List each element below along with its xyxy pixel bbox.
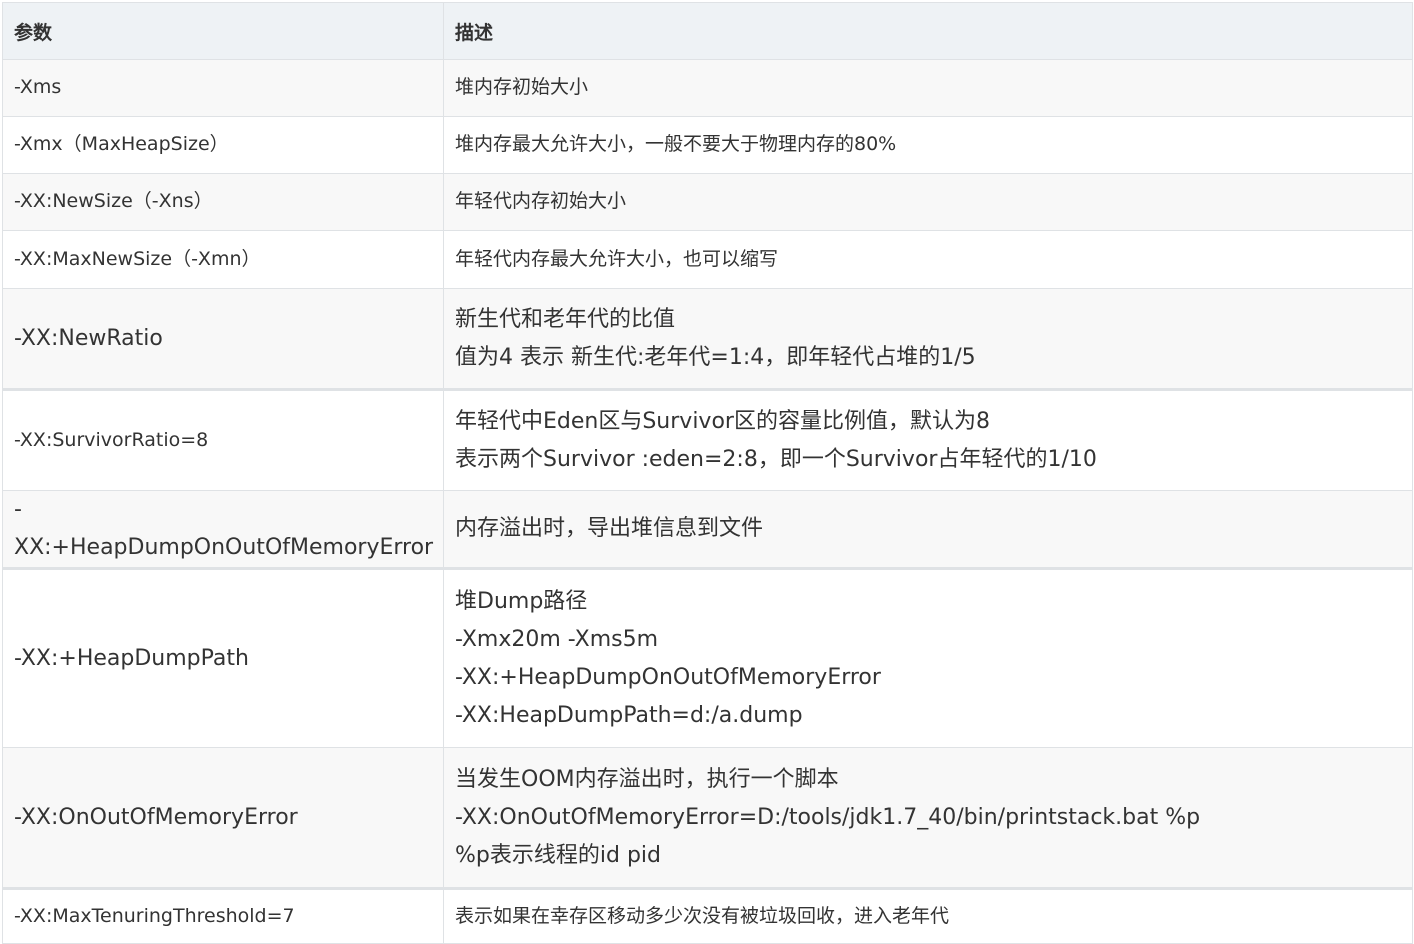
table-row: -Xms 堆内存初始大小 [2, 59, 1413, 117]
param-cell: -XX:NewSize（-Xns） [2, 173, 444, 231]
table-header: 参数 描述 [2, 2, 1413, 60]
desc-line: 值为4 表示 新生代:老年代=1:4，即年轻代占堆的1/5 [455, 344, 976, 370]
header-param: 参数 [2, 2, 444, 60]
desc-cell: 堆Dump路径 -Xmx20m -Xms5m -XX:+HeapDumpOnOu… [443, 567, 1413, 748]
table-body: -Xms 堆内存初始大小 -Xmx（MaxHeapSize） 堆内存最大允许大小… [2, 59, 1413, 944]
desc-line: %p表示线程的id pid [455, 842, 661, 868]
header-desc: 描述 [443, 2, 1413, 60]
desc-line: 内存溢出时，导出堆信息到文件 [455, 516, 764, 541]
desc-line: -XX:+HeapDumpOnOutOfMemoryError [455, 664, 881, 690]
desc-line: -XX:HeapDumpPath=d:/a.dump [455, 702, 803, 728]
desc-cell: 表示如果在幸存区移动多少次没有被垃圾回收，进入老年代 [443, 887, 1413, 944]
desc-line: 堆内存最大允许大小，一般不要大于物理内存的80% [455, 133, 897, 156]
desc-cell: 年轻代内存初始大小 [443, 173, 1413, 231]
desc-cell: 年轻代内存最大允许大小，也可以缩写 [443, 230, 1413, 289]
desc-line: -XX:OnOutOfMemoryError=D:/tools/jdk1.7_4… [455, 804, 1201, 830]
desc-cell: 内存溢出时，导出堆信息到文件 [443, 490, 1413, 569]
header-row: 参数 描述 [2, 2, 1413, 60]
desc-line: 表示两个Survivor :eden=2:8，即一个Survivor占年轻代的1… [455, 446, 1097, 472]
desc-line: -Xmx20m -Xms5m [455, 626, 659, 652]
param-cell: -XX:SurvivorRatio=8 [2, 388, 444, 491]
desc-line: 堆内存初始大小 [455, 76, 589, 99]
table-row: -Xmx（MaxHeapSize） 堆内存最大允许大小，一般不要大于物理内存的8… [2, 116, 1413, 174]
table-row: -XX:+HeapDumpPath 堆Dump路径 -Xmx20m -Xms5m… [2, 567, 1413, 748]
param-cell: -XX:NewRatio [2, 288, 444, 390]
param-cell: -XX:MaxNewSize（-Xmn） [2, 230, 444, 289]
desc-line: 年轻代内存最大允许大小，也可以缩写 [455, 247, 779, 270]
param-cell: -Xms [2, 59, 444, 117]
desc-cell: 当发生OOM内存溢出时，执行一个脚本 -XX:OnOutOfMemoryErro… [443, 747, 1413, 889]
desc-line: 年轻代内存初始大小 [455, 190, 627, 213]
table-row: -XX:MaxNewSize（-Xmn） 年轻代内存最大允许大小，也可以缩写 [2, 230, 1413, 289]
table-row: -XX:NewRatio 新生代和老年代的比值 值为4 表示 新生代:老年代=1… [2, 288, 1413, 390]
desc-line: 年轻代中Eden区与Survivor区的容量比例值，默认为8 [455, 408, 990, 434]
desc-line: 当发生OOM内存溢出时，执行一个脚本 [455, 766, 839, 792]
param-cell: -XX:MaxTenuringThreshold=7 [2, 887, 444, 944]
desc-line: 新生代和老年代的比值 [455, 306, 676, 332]
param-cell: -XX:+HeapDumpOnOutOfMemoryError [2, 490, 444, 569]
desc-line: 堆Dump路径 [455, 588, 588, 614]
param-cell: -XX:OnOutOfMemoryError [2, 747, 444, 889]
table-row: -XX:MaxTenuringThreshold=7 表示如果在幸存区移动多少次… [2, 887, 1413, 944]
table-row: -XX:+HeapDumpOnOutOfMemoryError 内存溢出时，导出… [2, 490, 1413, 569]
desc-line: 表示如果在幸存区移动多少次没有被垃圾回收，进入老年代 [455, 904, 950, 927]
jvm-params-table: 参数 描述 -Xms 堆内存初始大小 -Xmx（MaxHeapSize） 堆内存… [2, 2, 1413, 944]
table-row: -XX:NewSize（-Xns） 年轻代内存初始大小 [2, 173, 1413, 231]
desc-cell: 年轻代中Eden区与Survivor区的容量比例值，默认为8 表示两个Survi… [443, 388, 1413, 491]
param-cell: -XX:+HeapDumpPath [2, 567, 444, 748]
param-cell: -Xmx（MaxHeapSize） [2, 116, 444, 174]
desc-cell: 堆内存初始大小 [443, 59, 1413, 117]
desc-cell: 新生代和老年代的比值 值为4 表示 新生代:老年代=1:4，即年轻代占堆的1/5 [443, 288, 1413, 390]
desc-cell: 堆内存最大允许大小，一般不要大于物理内存的80% [443, 116, 1413, 174]
table-row: -XX:SurvivorRatio=8 年轻代中Eden区与Survivor区的… [2, 388, 1413, 491]
table-row: -XX:OnOutOfMemoryError 当发生OOM内存溢出时，执行一个脚… [2, 747, 1413, 889]
